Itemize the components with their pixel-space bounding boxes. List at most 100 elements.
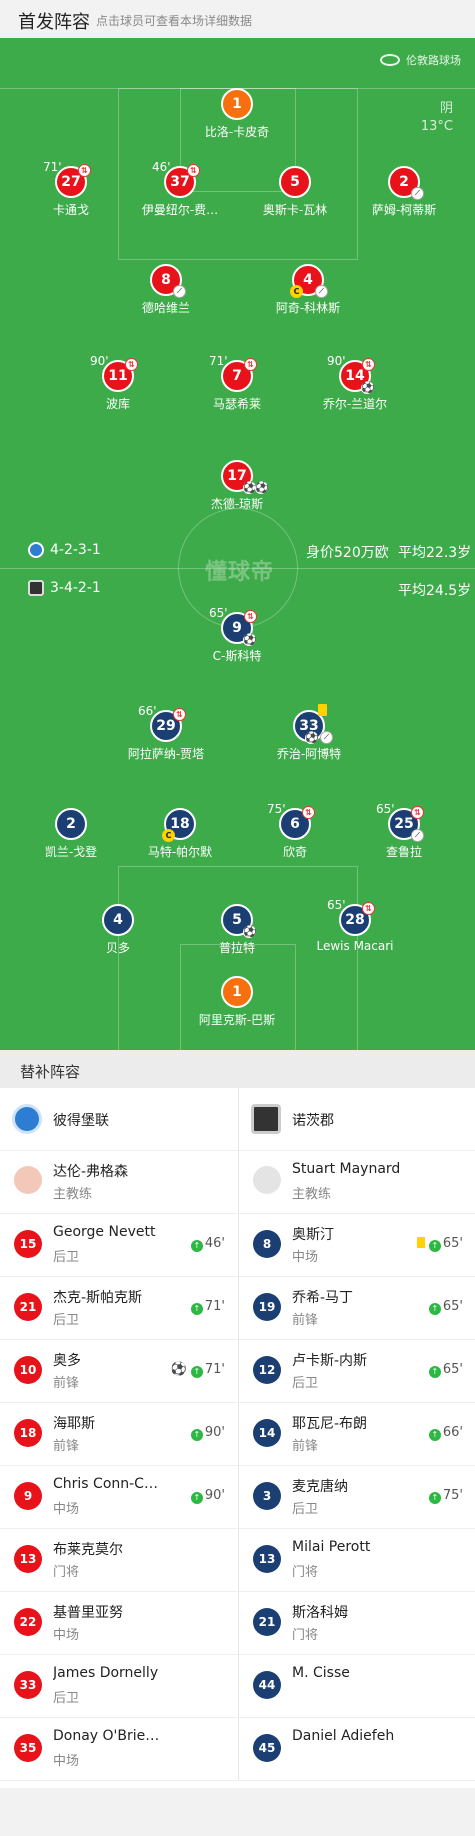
away-player-25[interactable]: 25 ⇅ ⟋ 65' 查鲁拉 <box>329 802 475 860</box>
player-name: 德哈维兰 <box>141 301 190 315</box>
home-sub-player-row[interactable]: 13 布莱克莫尔 门将 <box>0 1529 237 1592</box>
football-icon: ⚽ <box>361 381 375 394</box>
player-name: 斯洛科姆 <box>292 1605 348 1621</box>
away-sub-player-row[interactable]: 21 斯洛科姆 门将 <box>239 1592 475 1655</box>
jersey-number: 18 <box>170 816 190 832</box>
player-position: 前锋 <box>53 1439 80 1454</box>
home-coach-row[interactable]: 达伦-弗格森 主教练 <box>0 1151 237 1214</box>
subs-list: 彼得堡联 达伦-弗格森 主教练 15 George Nevett 后卫 ↑ 46' 21 杰… <box>0 1088 475 1788</box>
sub-time: 65' <box>209 606 228 620</box>
home-player-4[interactable]: 4 C ⟋ 阿奇-科林斯 <box>233 264 383 316</box>
away-sub-player-row[interactable]: 14 耶瓦尼-布朗 前锋 ↑ 66' <box>239 1403 475 1466</box>
jersey-number: 37 <box>170 174 190 190</box>
away-player-1[interactable]: 1 阿里克斯-巴斯 <box>162 976 312 1028</box>
sub-minute: 65' <box>442 1236 463 1251</box>
home-player-14[interactable]: 14 ⇅ ⚽ 90' 乔尔-兰道尔 <box>280 354 430 412</box>
sub-minute: 71' <box>204 1299 225 1314</box>
sub-time: 90' <box>327 354 346 368</box>
player-position: 后卫 <box>292 1376 319 1391</box>
player-name: 卢卡斯-内斯 <box>292 1353 368 1369</box>
away-player-28[interactable]: 28 ⇅ 65' Lewis Macari <box>280 898 430 953</box>
home-sub-player-row[interactable]: 22 基普里亚努 中场 <box>0 1592 237 1655</box>
sub-in-arrow-icon: ↑ <box>190 1303 203 1315</box>
player-name: Milai Perott <box>292 1539 371 1555</box>
home-team-name: 彼得堡联 <box>53 1113 109 1129</box>
jersey-number: 2 <box>399 174 409 190</box>
sub-in-arrow-icon: ↑ <box>190 1492 203 1504</box>
jersey-number: 45 <box>253 1734 281 1762</box>
away-player-9[interactable]: 9 ⇅ ⚽ 65' C-斯科特 <box>162 606 312 664</box>
player-name: C-斯科特 <box>212 649 262 663</box>
player-position: 中场 <box>53 1754 80 1769</box>
sub-time: 90' <box>90 354 109 368</box>
sub-minute: 66' <box>442 1425 463 1440</box>
away-player-33[interactable]: 33 ⚽ ⟋ 乔治-阿博特 <box>234 704 384 762</box>
jersey-number: 14 <box>253 1419 281 1447</box>
home-subs-column: 彼得堡联 达伦-弗格森 主教练 15 George Nevett 后卫 ↑ 46' 21 杰… <box>0 1088 237 1781</box>
player-name: 杰克-斯帕克斯 <box>53 1290 143 1306</box>
home-sub-player-row[interactable]: 21 杰克-斯帕克斯 后卫 ↑ 71' <box>0 1277 237 1340</box>
sub-minute: 46' <box>204 1236 225 1251</box>
home-sub-player-row[interactable]: 33 James Dornelly 后卫 <box>0 1655 237 1718</box>
weather-condition: 阴 <box>439 101 453 116</box>
sub-out-icon: ⇅ <box>362 902 375 915</box>
home-player-1[interactable]: 1 比洛-卡皮奇 <box>162 88 312 140</box>
away-sub-player-row[interactable]: 8 奥斯汀 中场 ↑ 65' <box>239 1214 475 1277</box>
home-sub-player-row[interactable]: 18 海耶斯 前锋 ↑ 90' <box>0 1403 237 1466</box>
away-coach-row[interactable]: Stuart Maynard 主教练 <box>239 1151 475 1214</box>
player-position: 前锋 <box>53 1376 80 1391</box>
player-name: 布莱克莫尔 <box>53 1542 123 1558</box>
weather: 阴 13°C <box>421 100 453 136</box>
away-player-29[interactable]: 29 ⇅ 66' 阿拉萨纳-贾塔 <box>91 704 241 762</box>
sub-out-icon: ⇅ <box>78 164 91 177</box>
coach-name: Stuart Maynard <box>292 1161 401 1177</box>
player-name: 阿拉萨纳-贾塔 <box>127 747 205 761</box>
jersey-number: 12 <box>253 1356 281 1384</box>
home-sub-player-row[interactable]: 35 Donay O'Brie… 中场 <box>0 1718 237 1781</box>
home-sub-player-row[interactable]: 10 奥多 前锋 ⚽ ↑ 71' <box>0 1340 237 1403</box>
sub-minute: 65' <box>442 1299 463 1314</box>
sub-out-icon: ⇅ <box>125 358 138 371</box>
sub-in-arrow-icon: ↑ <box>428 1492 441 1504</box>
home-player-17[interactable]: 17 ⚽ ⚽ 杰德-琼斯 <box>162 460 312 512</box>
away-sub-player-row[interactable]: 19 乔希-马丁 前锋 ↑ 65' <box>239 1277 475 1340</box>
player-name: 阿里克斯-巴斯 <box>198 1013 276 1027</box>
player-position: 前锋 <box>292 1439 319 1454</box>
player-position: 门将 <box>53 1565 80 1580</box>
away-sub-player-row[interactable]: 12 卢卡斯-内斯 后卫 ↑ 65' <box>239 1340 475 1403</box>
sub-minute: 90' <box>204 1425 225 1440</box>
player-name: Chris Conn-C… <box>53 1476 158 1492</box>
football-icon: ⚽ <box>243 633 257 646</box>
home-team-row[interactable]: 彼得堡联 <box>0 1088 237 1151</box>
sub-in-time: ↑ 46' <box>190 1236 225 1252</box>
football-icon: ⚽ <box>305 731 319 744</box>
away-sub-player-row[interactable]: 13 Milai Perott 门将 <box>239 1529 475 1592</box>
jersey-number: 21 <box>14 1293 42 1321</box>
away-sub-player-row[interactable]: 44 M. Cisse <box>239 1655 475 1718</box>
away-team-row[interactable]: 诺茨郡 <box>239 1088 475 1151</box>
captain-badge-icon: C <box>290 285 303 298</box>
jersey-number: 28 <box>345 912 365 928</box>
sub-in-time: ↑ 90' <box>190 1488 225 1504</box>
sub-minute: 90' <box>204 1488 225 1503</box>
home-sub-player-row[interactable]: 15 George Nevett 后卫 ↑ 46' <box>0 1214 237 1277</box>
coach-avatar-placeholder-icon <box>253 1166 281 1194</box>
player-position: 后卫 <box>53 1313 80 1328</box>
away-sub-player-row[interactable]: 45 Daniel Adiefeh <box>239 1718 475 1781</box>
player-name: 海耶斯 <box>53 1416 95 1432</box>
jersey-number: 4 <box>102 904 134 936</box>
home-sub-player-row[interactable]: 9 Chris Conn-C… 中场 ↑ 90' <box>0 1466 237 1529</box>
jersey-number: 27 <box>61 174 81 190</box>
sub-in-time: ↑ 65' <box>428 1299 463 1315</box>
home-player-8[interactable]: 8 ⟋ 德哈维兰 <box>91 264 241 316</box>
away-sub-player-row[interactable]: 3 麦克唐纳 后卫 ↑ 75' <box>239 1466 475 1529</box>
football-icon: ⚽ <box>243 925 257 938</box>
player-name: Lewis Macari <box>316 939 394 953</box>
sub-in-arrow-icon: ↑ <box>190 1366 203 1378</box>
lineup-title: 首发阵容 <box>18 12 90 33</box>
home-player-2[interactable]: 2 ⟋ 萨姆-柯蒂斯 <box>329 166 475 218</box>
jersey-number: 8 <box>253 1230 281 1258</box>
jersey-number: 29 <box>156 718 176 734</box>
sub-minute: 65' <box>442 1362 463 1377</box>
player-name: Donay O'Brie… <box>53 1728 160 1744</box>
